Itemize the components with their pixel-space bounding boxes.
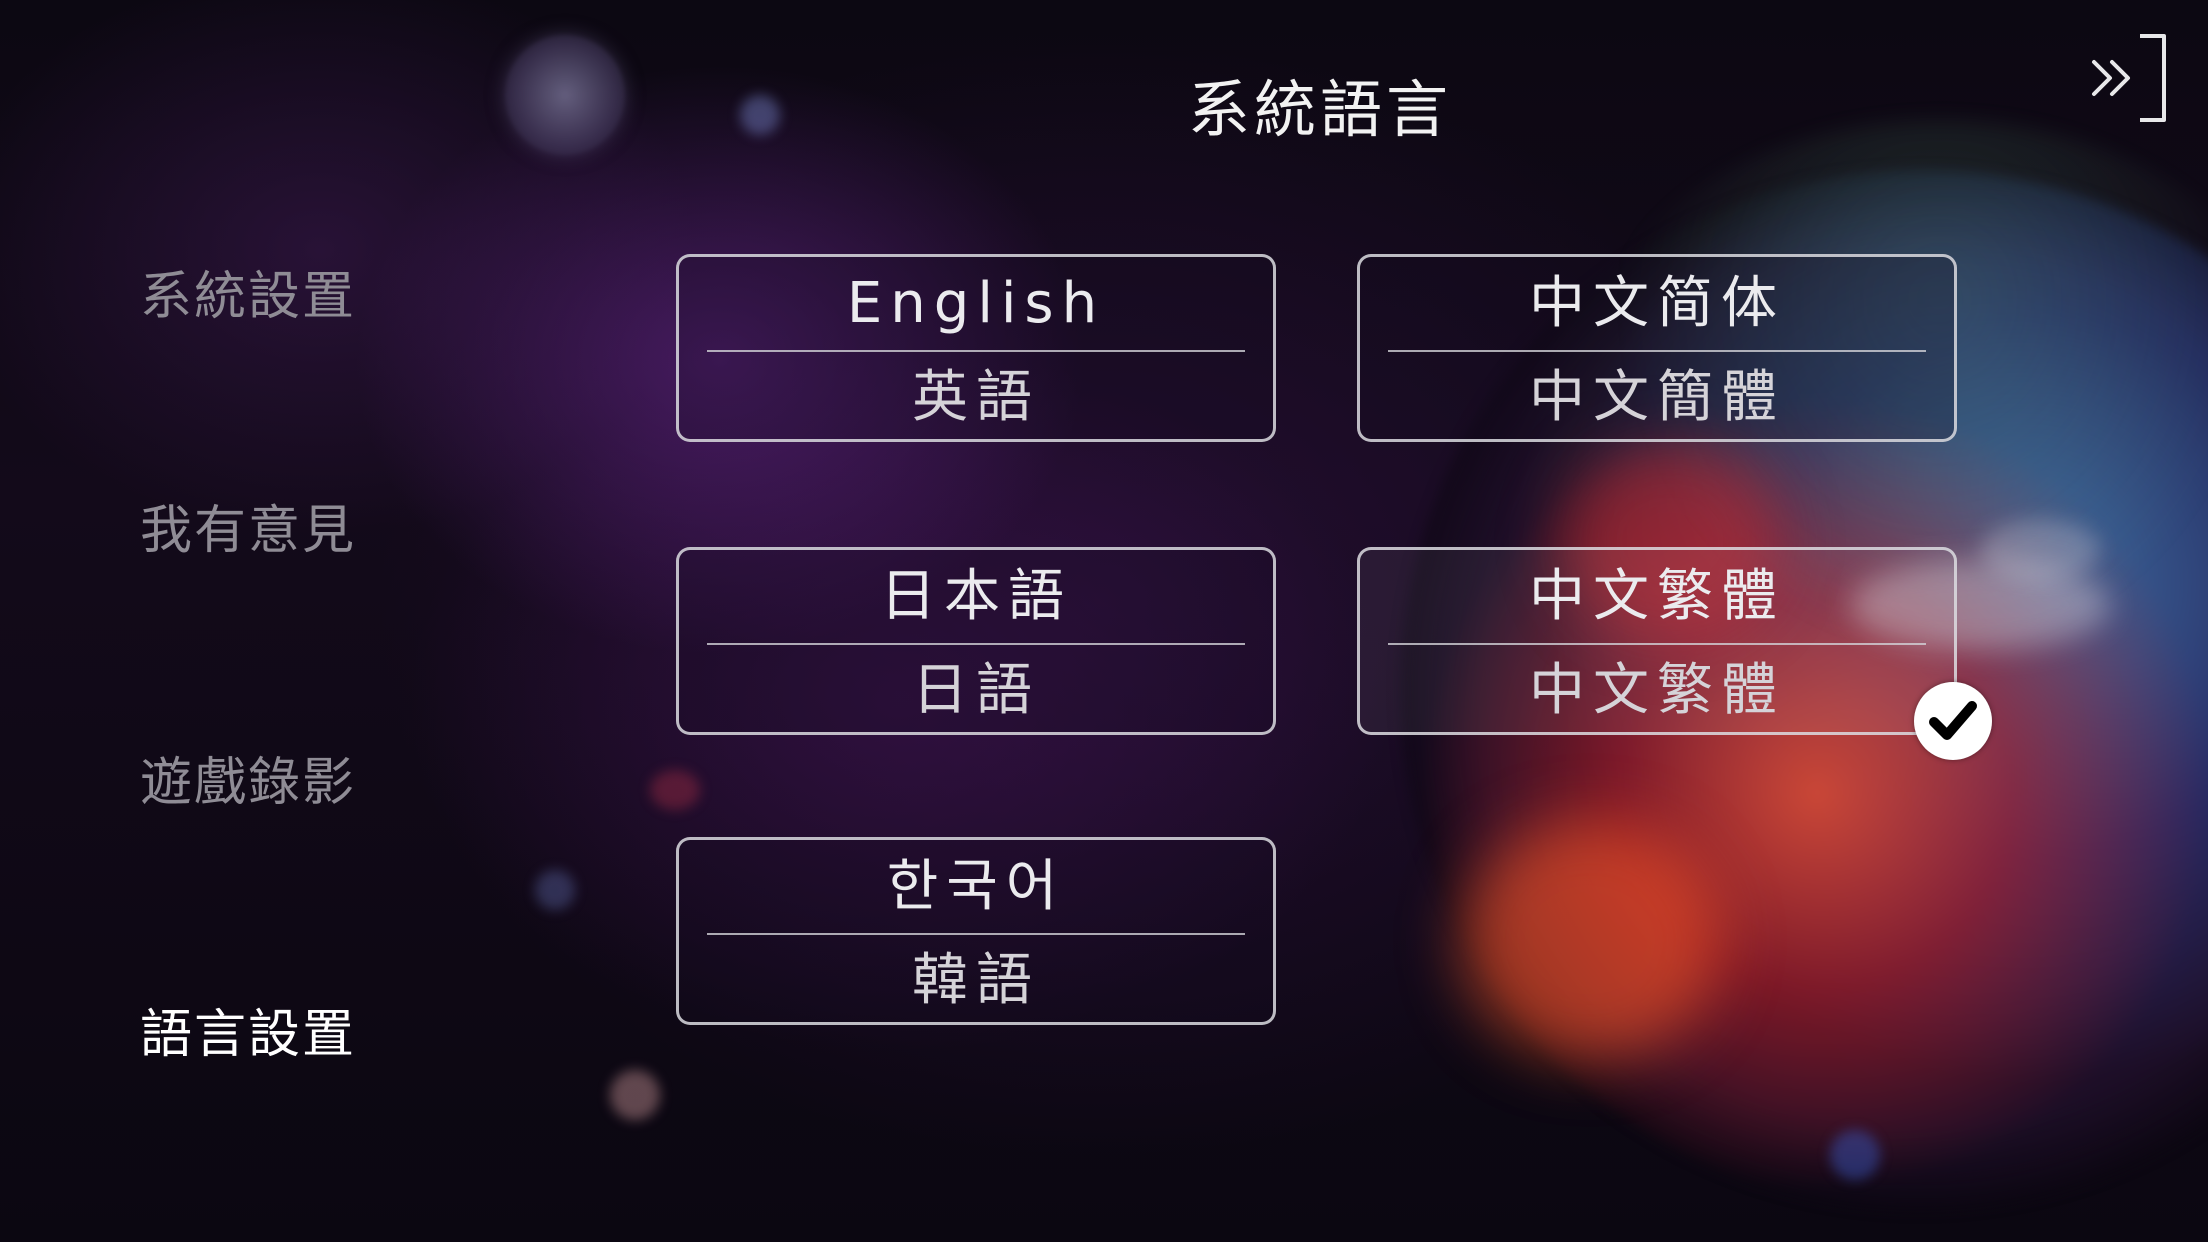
language-local-name: 英語 <box>912 365 1040 430</box>
language-native-name: 日本語 <box>880 564 1072 629</box>
divider <box>1388 643 1926 645</box>
selected-badge <box>1914 682 1992 760</box>
exit-icon <box>2092 34 2166 122</box>
divider <box>1388 350 1926 352</box>
language-local-name: 日語 <box>912 658 1040 723</box>
language-option-english[interactable]: English 英語 <box>676 254 1276 442</box>
language-local-name: 韓語 <box>912 948 1040 1013</box>
star-glow <box>740 95 780 135</box>
divider <box>707 933 1245 935</box>
checkmark-icon <box>1929 701 1977 740</box>
exit-button[interactable] <box>2084 28 2174 128</box>
language-option-japanese[interactable]: 日本語 日語 <box>676 547 1276 735</box>
sidebar-item-feedback[interactable]: 我有意見 <box>140 496 460 566</box>
language-option-simplified-chinese[interactable]: 中文简体 中文簡體 <box>1357 254 1957 442</box>
language-native-name: English <box>846 271 1106 336</box>
language-native-name: 한국어 <box>886 854 1066 919</box>
language-option-korean[interactable]: 한국어 韓語 <box>676 837 1276 1025</box>
planet-red-glow <box>1460 820 1720 1060</box>
sidebar-item-language-settings[interactable]: 語言設置 <box>140 1000 460 1070</box>
star-glow <box>535 870 575 910</box>
moon-background <box>505 35 625 155</box>
sidebar-item-system-settings[interactable]: 系統設置 <box>140 262 460 332</box>
sidebar-item-game-recording[interactable]: 遊戲錄影 <box>140 748 460 818</box>
star-glow <box>650 770 700 810</box>
divider <box>707 643 1245 645</box>
language-option-traditional-chinese[interactable]: 中文繁體 中文繁體 <box>1357 547 1957 735</box>
planet-cloud-small <box>1980 520 2100 580</box>
language-local-name: 中文繁體 <box>1529 658 1785 723</box>
language-native-name: 中文简体 <box>1529 271 1785 336</box>
divider <box>707 350 1245 352</box>
page-title: 系統語言 <box>1187 73 1452 146</box>
star-glow <box>610 1070 660 1120</box>
language-local-name: 中文簡體 <box>1529 365 1785 430</box>
star-glow <box>1830 1130 1880 1180</box>
language-native-name: 中文繁體 <box>1529 564 1785 629</box>
